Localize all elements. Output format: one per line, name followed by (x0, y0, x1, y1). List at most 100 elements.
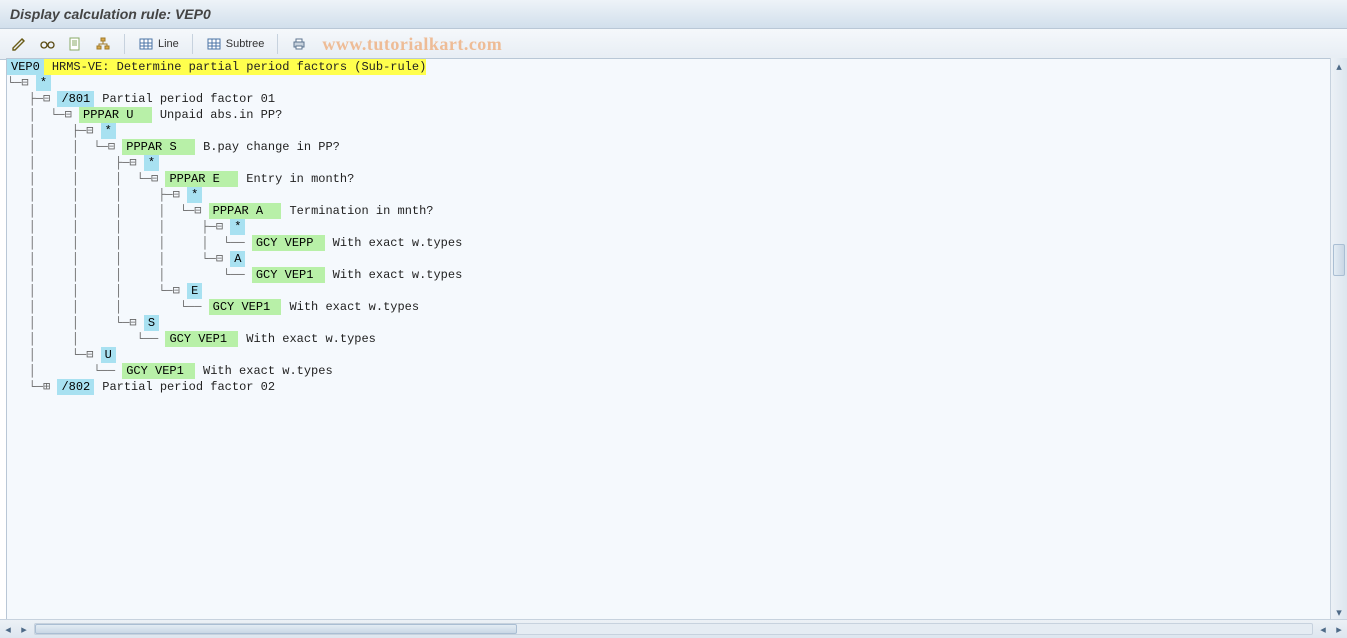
tree-node[interactable]: GCY VEPP (252, 235, 325, 251)
tree-connector: │ │ │ │ └── (7, 267, 252, 283)
pencil-icon (11, 36, 27, 52)
tree-row[interactable]: │ │ └─⊟ S (7, 315, 1330, 331)
scroll-left-icon[interactable]: ◂ (0, 623, 16, 636)
tree-row[interactable]: │ │ │ │ └─⊟ A (7, 251, 1330, 267)
tree-node[interactable]: A (230, 251, 245, 267)
log-button[interactable] (62, 32, 88, 56)
tree-row[interactable]: VEP0HRMS-VE: Determine partial period fa… (7, 59, 1330, 75)
tree-connector: │ │ └─⊟ (7, 139, 122, 155)
tree-row[interactable]: │ │ │ │ ├─⊟ * (7, 219, 1330, 235)
tree-row[interactable]: └─⊟ * (7, 75, 1330, 91)
tree-row[interactable]: │ └─⊟ PPPAR U Unpaid abs.in PP? (7, 107, 1330, 123)
tree-node[interactable]: PPPAR S (122, 139, 195, 155)
tree-row[interactable]: │ │ │ └── GCY VEP1 With exact w.types (7, 299, 1330, 315)
tree-node[interactable]: PPPAR U (79, 107, 152, 123)
tree-row[interactable]: │ │ │ └─⊟ E (7, 283, 1330, 299)
tree-row[interactable]: │ │ └─⊟ PPPAR S B.pay change in PP? (7, 139, 1330, 155)
scrollbar-thumb[interactable] (1333, 244, 1345, 276)
toolbar: Line Subtree www.tutorialkart.com (0, 29, 1347, 60)
vertical-scrollbar[interactable]: ▴ ▾ (1330, 58, 1347, 620)
tree-row[interactable]: │ │ │ │ └─⊟ PPPAR A Termination in mnth? (7, 203, 1330, 219)
tree-node[interactable]: GCY VEP1 (209, 299, 282, 315)
tree-node[interactable]: * (187, 187, 202, 203)
tree-connector: │ └── (7, 363, 122, 379)
tree-node-description: Unpaid abs.in PP? (152, 107, 282, 123)
toolbar-separator (192, 34, 193, 54)
tree-connector: │ └─⊟ (7, 107, 79, 123)
horizontal-scrollbar[interactable]: ◂ ▸ ◂ ▸ (0, 619, 1347, 638)
tree-row[interactable]: └─⊞ /802Partial period factor 02 (7, 379, 1330, 395)
watermark: www.tutorialkart.com (322, 34, 502, 55)
tree-connector: │ │ │ │ └─⊟ (7, 251, 230, 267)
tree-connector: │ │ │ └── (7, 299, 209, 315)
tree-node[interactable]: GCY VEP1 (122, 363, 195, 379)
tree-connector: │ └─⊟ (7, 347, 101, 363)
tree-row[interactable]: │ └─⊟ U (7, 347, 1330, 363)
tree-connector: │ │ │ ├─⊟ (7, 187, 187, 203)
tree-row[interactable]: │ │ │ ├─⊟ * (7, 187, 1330, 203)
tree-connector: │ │ │ └─⊟ (7, 283, 187, 299)
tree-connector: ├─⊟ (7, 91, 57, 107)
tree-node[interactable]: * (144, 155, 159, 171)
line-button[interactable]: Line (133, 32, 184, 56)
tree-node[interactable]: * (101, 123, 116, 139)
tree-connector: │ │ │ │ │ └── (7, 235, 252, 251)
tree-row[interactable]: │ └── GCY VEP1 With exact w.types (7, 363, 1330, 379)
tree-node-description: With exact w.types (325, 235, 463, 251)
tree-connector: │ │ ├─⊟ (7, 155, 144, 171)
hierarchy-button[interactable] (90, 32, 116, 56)
scroll-right-icon[interactable]: ▸ (1331, 623, 1347, 636)
tree-node[interactable]: /801 (57, 91, 94, 107)
glasses-icon (39, 36, 55, 52)
tree-connector: │ │ │ └─⊟ (7, 171, 165, 187)
toolbar-separator (277, 34, 278, 54)
tree-node[interactable]: GCY VEP1 (165, 331, 238, 347)
tree-node[interactable]: PPPAR A (209, 203, 282, 219)
printer-icon (291, 36, 307, 52)
scroll-right-step-icon[interactable]: ▸ (16, 623, 32, 636)
page-title: Display calculation rule: VEP0 (10, 6, 211, 22)
tree-node-description: With exact w.types (238, 331, 376, 347)
print-button[interactable] (286, 32, 312, 56)
tree-connector: │ │ └── (7, 331, 165, 347)
tree-row[interactable]: │ │ ├─⊟ * (7, 155, 1330, 171)
tree-node[interactable]: * (36, 75, 51, 91)
tree-node[interactable]: /802 (57, 379, 94, 395)
scroll-up-icon[interactable]: ▴ (1331, 58, 1347, 74)
tree-node[interactable]: PPPAR E (165, 171, 238, 187)
scroll-down-icon[interactable]: ▾ (1331, 604, 1347, 620)
edit-button[interactable] (6, 32, 32, 56)
tree-row[interactable]: │ │ │ │ │ └── GCY VEPP With exact w.type… (7, 235, 1330, 251)
tree-node[interactable]: * (230, 219, 245, 235)
subtree-button[interactable]: Subtree (201, 32, 270, 56)
tree-row[interactable]: │ │ └── GCY VEP1 With exact w.types (7, 331, 1330, 347)
tree-node[interactable]: S (144, 315, 159, 331)
tree-node-description: Entry in month? (238, 171, 354, 187)
tree-connector: └─⊞ (7, 379, 57, 395)
tree-node[interactable]: U (101, 347, 116, 363)
scroll-left-step-icon[interactable]: ◂ (1315, 623, 1331, 636)
glasses-button[interactable] (34, 32, 60, 56)
tree-node[interactable]: GCY VEP1 (252, 267, 325, 283)
scrollbar-thumb[interactable] (35, 624, 517, 634)
subtree-label: Subtree (226, 38, 265, 50)
tree-node-description: B.pay change in PP? (195, 139, 340, 155)
scrollbar-track[interactable] (34, 623, 1313, 635)
document-icon (67, 36, 83, 52)
tree-row[interactable]: │ │ │ │ └── GCY VEP1 With exact w.types (7, 267, 1330, 283)
tree-row[interactable]: ├─⊟ /801Partial period factor 01 (7, 91, 1330, 107)
tree-node-description: Partial period factor 02 (94, 379, 275, 395)
tree-node-description: With exact w.types (195, 363, 333, 379)
toolbar-separator (124, 34, 125, 54)
tree-connector: └─⊟ (7, 75, 36, 91)
tree-node-description: Partial period factor 01 (94, 91, 275, 107)
tree-row[interactable]: │ │ │ └─⊟ PPPAR E Entry in month? (7, 171, 1330, 187)
tree-node-description: HRMS-VE: Determine partial period factor… (44, 59, 426, 75)
tree-node-description: Termination in mnth? (281, 203, 433, 219)
tree-row[interactable]: │ ├─⊟ * (7, 123, 1330, 139)
scrollbar-track[interactable] (1331, 74, 1347, 604)
tree-node[interactable]: VEP0 (7, 59, 44, 75)
tree-viewport[interactable]: VEP0HRMS-VE: Determine partial period fa… (6, 58, 1331, 620)
tree-node[interactable]: E (187, 283, 202, 299)
tree-connector: │ │ └─⊟ (7, 315, 144, 331)
